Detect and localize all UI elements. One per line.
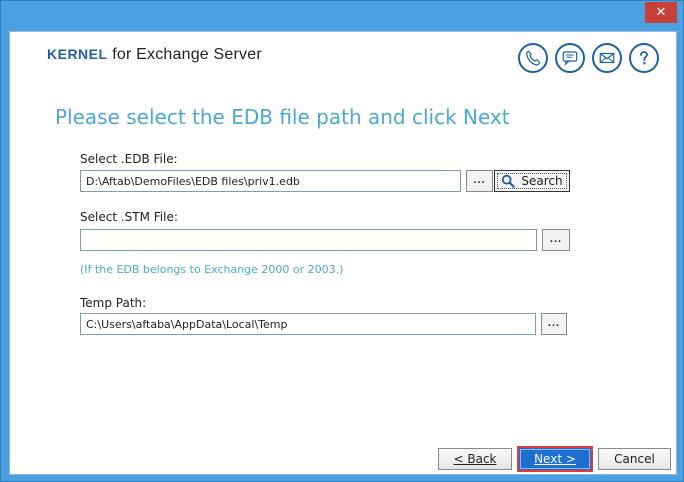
cancel-button[interactable]: Cancel bbox=[598, 448, 671, 470]
stm-browse-button[interactable]: ... bbox=[542, 229, 570, 251]
chat-button[interactable] bbox=[555, 43, 585, 73]
wizard-panel: KERNEL for Exchange Server Please select… bbox=[9, 31, 677, 475]
help-icon bbox=[640, 51, 648, 65]
stm-file-label: Select .STM File: bbox=[80, 210, 178, 224]
phone-button[interactable] bbox=[518, 43, 548, 73]
cancel-button-label: Cancel bbox=[614, 452, 655, 466]
page-title: Please select the EDB file path and clic… bbox=[55, 105, 510, 129]
search-icon bbox=[502, 174, 516, 188]
stm-note: (If the EDB belongs to Exchange 2000 or … bbox=[80, 263, 344, 276]
temp-path-input[interactable] bbox=[80, 313, 536, 335]
chat-icon bbox=[562, 51, 578, 66]
back-button[interactable]: < Back bbox=[438, 448, 512, 470]
brand-logo: KERNEL for Exchange Server bbox=[47, 46, 262, 64]
next-button-label: Next > bbox=[534, 452, 576, 466]
stm-file-input[interactable] bbox=[80, 229, 537, 251]
temp-path-label: Temp Path: bbox=[80, 296, 147, 310]
phone-icon bbox=[526, 50, 541, 66]
brand-product-name: for Exchange Server bbox=[107, 46, 262, 63]
window-close-button[interactable]: ✕ bbox=[645, 2, 677, 23]
next-button[interactable]: Next > bbox=[517, 446, 593, 472]
window-frame: ✕ KERNEL for Exchange Server Please sele… bbox=[0, 0, 684, 482]
brand-logo-mark: KERNEL bbox=[47, 46, 108, 62]
mail-icon bbox=[599, 52, 615, 64]
back-button-label: < Back bbox=[453, 452, 497, 466]
close-icon: ✕ bbox=[655, 5, 667, 20]
edb-file-input[interactable] bbox=[80, 170, 461, 192]
edb-browse-button[interactable]: ... bbox=[466, 170, 493, 192]
help-button[interactable] bbox=[629, 43, 659, 73]
mail-button[interactable] bbox=[592, 43, 622, 73]
temp-browse-button[interactable]: ... bbox=[541, 313, 567, 335]
top-icon-bar bbox=[518, 43, 659, 73]
search-button[interactable]: Search bbox=[494, 170, 570, 192]
edb-file-label: Select .EDB File: bbox=[80, 152, 178, 166]
search-button-label: Search bbox=[521, 174, 563, 188]
